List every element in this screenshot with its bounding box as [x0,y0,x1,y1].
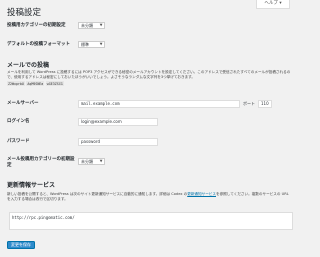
email-category-label: メール投稿用カテゴリーの初期設定 [7,157,75,168]
login-name-label: ログイン名 [7,119,30,124]
update-services-text: 新しい投稿を公開すると、WordPress は次のサイト更新通知サービスに自動的… [7,192,188,196]
mail-server-label: メールサーバー [7,101,39,106]
update-services-heading: 更新情報サービス [7,182,56,189]
update-services-textarea[interactable]: http://rpc.pingomatic.com/ [9,212,293,230]
chevron-down-icon: ▼ [99,42,103,46]
email-category-select[interactable]: 未分類 ▼ [78,158,105,165]
default-category-value: 未分類 [81,23,93,28]
login-name-input[interactable]: login@example.com [78,117,158,126]
default-format-value: 標準 [81,42,89,47]
default-format-select[interactable]: 標準 ▼ [78,41,105,48]
help-tab[interactable]: ヘルプ ▾ [256,0,290,9]
mail-server-input[interactable]: mail.example.com [78,99,240,108]
password-input[interactable]: password [78,137,158,146]
post-via-email-description: メールを利用して WordPress に投稿するには POP3 アクセスができる… [7,70,291,79]
random-code: Z2WxprbU [7,81,25,86]
port-input[interactable]: 110 [258,99,272,108]
chevron-down-icon: ▼ [99,23,103,27]
password-label: パスワード [7,139,30,144]
chevron-down-icon: ▼ [99,159,103,163]
default-format-label: デフォルトの投稿フォーマット [7,42,70,47]
default-category-label: 投稿用カテゴリーの初期設定 [7,23,66,28]
update-services-description: 新しい投稿を公開すると、WordPress は次のサイト更新通知サービスに自動的… [7,192,292,202]
random-codes: Z2WxprbU AqM9SNEa wGE3ZSCG [7,81,64,86]
port-label: ポート [243,100,255,106]
random-code: wGE3ZSCG [45,81,64,86]
random-code: AqM9SNEa [26,81,45,86]
update-services-link[interactable]: 更新通知サービス [187,192,216,196]
save-changes-button[interactable]: 変更を保存 [7,241,35,249]
page-title: 投稿設定 [7,8,42,18]
email-category-value: 未分類 [81,159,93,164]
post-via-email-heading: メールでの投稿 [7,62,50,69]
default-category-select[interactable]: 未分類 ▼ [78,22,105,29]
